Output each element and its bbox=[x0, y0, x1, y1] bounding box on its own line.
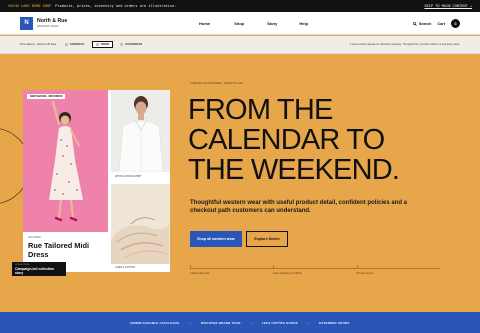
fabric-caption: LINEN & COTTON bbox=[111, 264, 170, 272]
product-title[interactable]: Rue Tailored Midi Dress bbox=[28, 241, 103, 259]
nav-shop[interactable]: Shop bbox=[234, 21, 244, 26]
collection-story-badge[interactable]: COLLECTION Campaign-led collection story bbox=[12, 262, 66, 276]
benefits-strip: DOWNLOADABLE CATALOGUE • DISCOVER BRAND … bbox=[0, 312, 480, 333]
model-dress-image bbox=[49, 100, 83, 222]
brand[interactable]: North & Rue WESTERN WEAR bbox=[37, 18, 67, 28]
featured-product-card[interactable]: NEW SEASON · MIDI DRESS FEATURED Rue Tai… bbox=[23, 90, 108, 272]
logo[interactable]: N bbox=[20, 16, 33, 30]
shirt-caption: WHITE OXFORD SHIRT bbox=[111, 172, 170, 184]
benefit-item[interactable]: DISCOVER BRAND TOUR bbox=[201, 321, 241, 325]
chip-label: OUTERWEAR bbox=[125, 43, 143, 46]
chip-swatch bbox=[65, 43, 69, 46]
shop-all-button[interactable]: Shop all western wear bbox=[190, 231, 242, 247]
hero-eyebrow: CURATED IN CALIFORNIA · MADE TO LAST bbox=[190, 82, 244, 85]
chip-swatch bbox=[120, 43, 124, 46]
hero-headline: FROM THE CALENDAR TO THE WEEKEND. bbox=[188, 94, 400, 186]
skip-link[interactable]: SKIP TO MAIN CONTENT → bbox=[424, 4, 472, 8]
hero-stats: Crafted with care Free shipping over $15… bbox=[190, 265, 440, 275]
separator: • bbox=[189, 320, 191, 325]
site-header: N North & Rue WESTERN WEAR Home Shop Sto… bbox=[0, 12, 480, 35]
header-actions: Search Cart 0 bbox=[412, 12, 460, 35]
category-chips: ESSENTIAL DENIM OUTERWEAR bbox=[62, 41, 145, 48]
fabric-product-card[interactable] bbox=[111, 184, 170, 264]
separator: • bbox=[307, 320, 310, 325]
chip-outerwear[interactable]: OUTERWEAR bbox=[117, 42, 145, 47]
chip-essential[interactable]: ESSENTIAL bbox=[62, 42, 88, 47]
caption-kicker: FEATURED bbox=[28, 236, 41, 239]
stat-item: Free shipping over $150 bbox=[273, 265, 356, 275]
cart-label[interactable]: Cart bbox=[437, 22, 445, 26]
main-nav: Home Shop Story Help bbox=[199, 12, 308, 35]
stat-item: Crafted with care bbox=[190, 265, 273, 275]
brand-name: North & Rue bbox=[37, 18, 68, 24]
product-collage: NEW SEASON · MIDI DRESS FEATURED Rue Tai… bbox=[23, 90, 170, 272]
separator: • bbox=[250, 320, 252, 325]
search-button[interactable]: Search bbox=[412, 21, 432, 26]
brand-tagline: WESTERN WEAR bbox=[37, 25, 59, 28]
badge-title: Campaign-led collection story bbox=[15, 267, 55, 275]
benefit-item[interactable]: 100% COTTON GOODS bbox=[262, 321, 298, 325]
chip-label: ESSENTIAL bbox=[70, 43, 85, 46]
benefit-item[interactable]: DOWNLOADABLE CATALOGUE bbox=[130, 321, 179, 325]
shirt-model-image bbox=[111, 90, 170, 172]
announcement-bar: SOCHO LABS DEMO SHOP Products, prices, i… bbox=[0, 0, 480, 12]
badge-kicker: COLLECTION bbox=[15, 264, 29, 266]
hero-subtext: Thoughtful western wear with useful prod… bbox=[190, 200, 408, 215]
nav-home[interactable]: Home bbox=[199, 21, 210, 26]
filter-note: A well-curated capsule for effortless dr… bbox=[349, 43, 460, 46]
chip-denim[interactable]: DENIM bbox=[91, 41, 114, 48]
promo-label: SOCHO LABS DEMO SHOP bbox=[8, 4, 52, 8]
nav-help[interactable]: Help bbox=[299, 21, 308, 26]
promo-message: Products, prices, inventory and orders a… bbox=[55, 4, 177, 8]
shipping-note: Free delivery · Returns 30 days bbox=[20, 43, 57, 46]
explore-denim-button[interactable]: Explore Denim bbox=[246, 231, 288, 247]
chip-label: DENIM bbox=[100, 43, 110, 46]
benefit-item[interactable]: EXTENDED HOURS bbox=[319, 321, 349, 325]
folded-fabric-image bbox=[111, 184, 170, 264]
search-label: Search bbox=[418, 21, 432, 26]
stat-item: 30-day returns bbox=[356, 265, 440, 275]
shirt-product-card[interactable] bbox=[111, 90, 170, 172]
nav-story[interactable]: Story bbox=[267, 21, 277, 26]
cart-count-badge[interactable]: 0 bbox=[451, 19, 460, 28]
search-icon bbox=[412, 21, 417, 26]
chip-swatch bbox=[95, 43, 99, 46]
filter-bar: Free delivery · Returns 30 days ESSENTIA… bbox=[0, 36, 480, 54]
